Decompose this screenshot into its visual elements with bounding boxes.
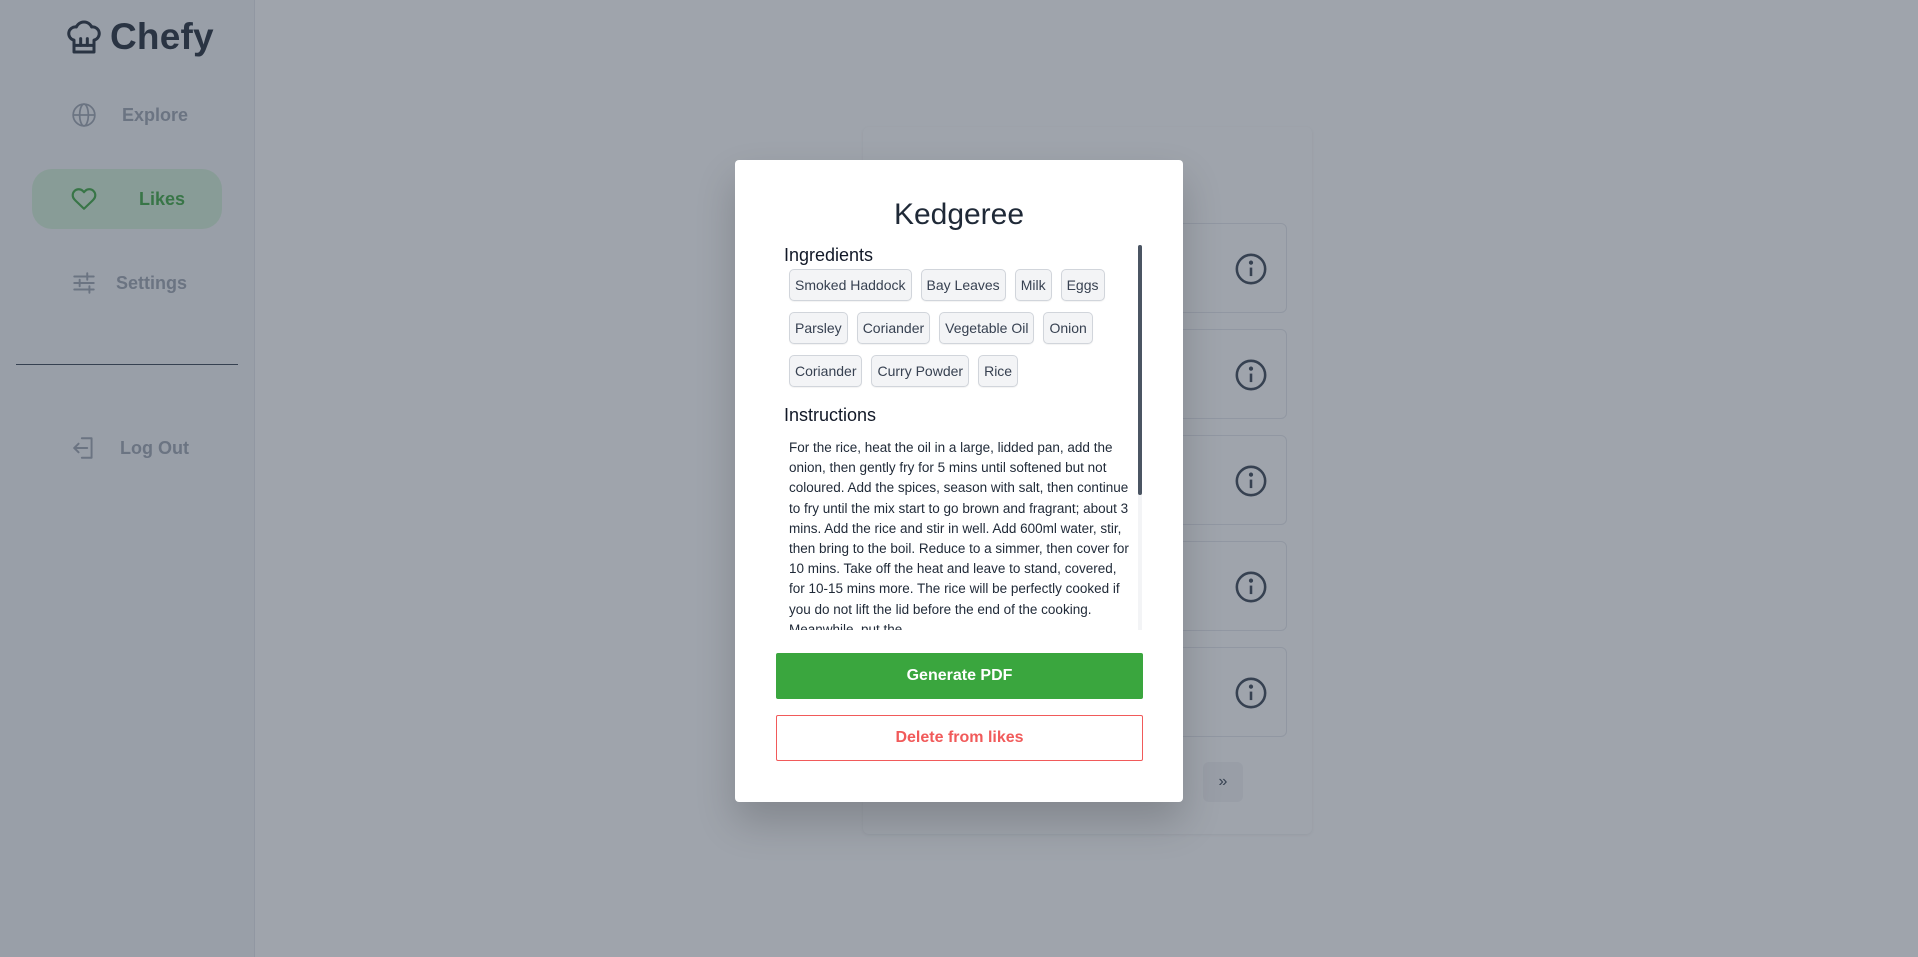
ingredient-chip: Vegetable Oil <box>939 312 1035 344</box>
scrollbar-thumb[interactable] <box>1138 245 1142 495</box>
ingredients-heading: Ingredients <box>784 245 874 265</box>
ingredient-chip: Eggs <box>1060 269 1105 301</box>
recipe-title: Kedgeree <box>893 198 1025 231</box>
ingredient-chip: Onion <box>1043 312 1093 344</box>
ingredients-list: Smoked Haddock Bay Leaves Milk Eggs Pars… <box>789 269 1134 387</box>
ingredient-chip: Coriander <box>856 312 931 344</box>
ingredient-chip: Milk <box>1014 269 1052 301</box>
instructions-text: For the rice, heat the oil in a large, l… <box>789 440 1129 630</box>
recipe-modal: Kedgeree Ingredients Smoked Haddock Bay … <box>735 160 1183 802</box>
ingredient-chip: Rice <box>978 355 1019 387</box>
ingredient-chip: Bay Leaves <box>920 269 1006 301</box>
delete-from-likes-button[interactable]: Delete from likes <box>776 715 1143 761</box>
ingredient-chip: Parsley <box>789 312 848 344</box>
ingredient-chip: Smoked Haddock <box>789 269 912 301</box>
generate-pdf-button[interactable]: Generate PDF <box>776 653 1143 699</box>
recipe-details-scroll[interactable]: Ingredients Smoked Haddock Bay Leaves Mi… <box>784 245 1140 630</box>
ingredient-chip: Curry Powder <box>871 355 970 387</box>
scrollbar[interactable] <box>1138 245 1142 630</box>
instructions-heading: Instructions <box>784 405 877 425</box>
ingredient-chip: Coriander <box>789 355 863 387</box>
